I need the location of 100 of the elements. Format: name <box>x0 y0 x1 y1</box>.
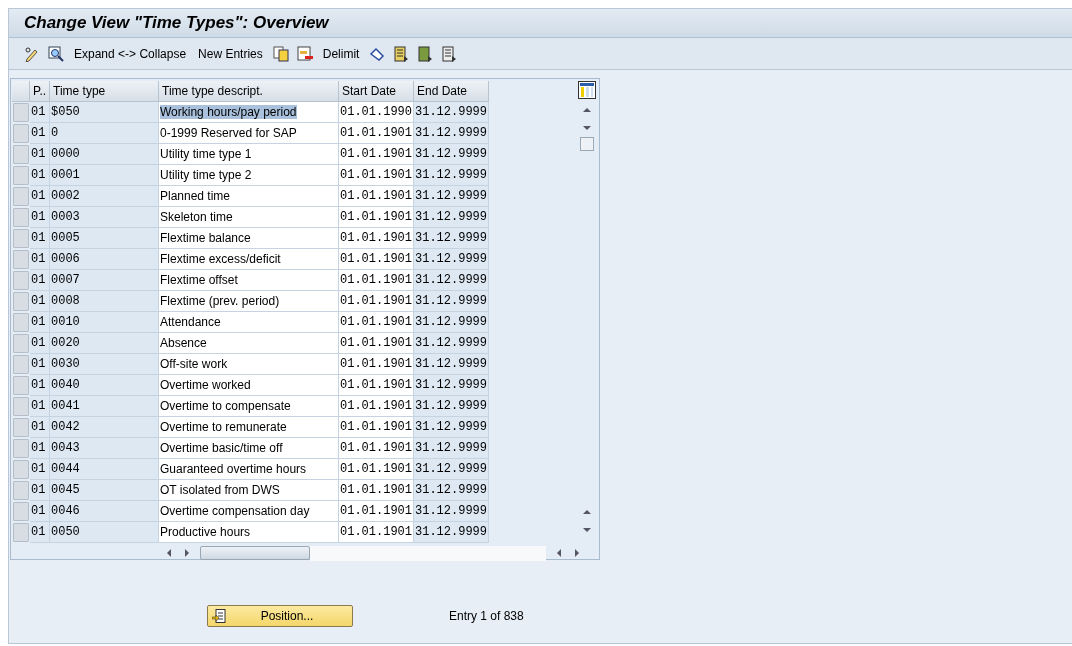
row-selector[interactable] <box>13 208 29 227</box>
table-cell: 01 <box>30 333 50 354</box>
table-cell: 0042 <box>50 417 159 438</box>
row-selector[interactable] <box>13 166 29 185</box>
copy-icon[interactable] <box>272 45 289 62</box>
table-cell: 01 <box>30 501 50 522</box>
column-settings-icon[interactable] <box>578 81 596 99</box>
table-cell: 01.01.1901 <box>339 165 414 186</box>
table-cell: 0002 <box>50 186 159 207</box>
table-cell: 0030 <box>50 354 159 375</box>
table-cell: 0010 <box>50 312 159 333</box>
table-cell: 0006 <box>50 249 159 270</box>
row-selector[interactable] <box>13 334 29 353</box>
table-cell: 31.12.9999 <box>414 522 489 543</box>
column-header[interactable]: P.. <box>30 81 50 102</box>
row-selector[interactable] <box>13 229 29 248</box>
table-cell: 01.01.1901 <box>339 333 414 354</box>
table-cell: 31.12.9999 <box>414 102 489 123</box>
table-cell: 0050 <box>50 522 159 543</box>
table-cell: 31.12.9999 <box>414 417 489 438</box>
select-all-button[interactable] <box>12 81 30 102</box>
row-selector[interactable] <box>13 397 29 416</box>
scrollbar-thumb[interactable] <box>580 137 594 151</box>
table-cell: 31.12.9999 <box>414 333 489 354</box>
row-selector[interactable] <box>13 292 29 311</box>
table-cell: 01.01.1901 <box>339 207 414 228</box>
table-cell: 01.01.1901 <box>339 375 414 396</box>
table-cell: 01.01.1901 <box>339 417 414 438</box>
table-cell: 01.01.1901 <box>339 501 414 522</box>
row-selector[interactable] <box>13 418 29 437</box>
table-cell: 31.12.9999 <box>414 312 489 333</box>
select-block-icon[interactable] <box>417 45 434 62</box>
table-cell: 01.01.1901 <box>339 270 414 291</box>
row-selector[interactable] <box>13 250 29 269</box>
table-cell: $050 <box>50 102 159 123</box>
table-cell: 01.01.1901 <box>339 438 414 459</box>
table-cell: 0005 <box>50 228 159 249</box>
table-cell: 0000 <box>50 144 159 165</box>
table-cell: 01.01.1901 <box>339 354 414 375</box>
table-cell: 0045 <box>50 480 159 501</box>
row-selector[interactable] <box>13 481 29 500</box>
row-selector[interactable] <box>13 460 29 479</box>
table-cell: 01.01.1901 <box>339 228 414 249</box>
table-cell: 0044 <box>50 459 159 480</box>
table-cell: 01 <box>30 438 50 459</box>
table-cell: 01.01.1901 <box>339 459 414 480</box>
table-cell: 31.12.9999 <box>414 186 489 207</box>
row-selector[interactable] <box>13 502 29 521</box>
table-cell: 31.12.9999 <box>414 249 489 270</box>
column-header[interactable]: Time type descript. <box>159 81 339 102</box>
display-change-icon[interactable] <box>24 45 40 62</box>
row-selector[interactable] <box>13 523 29 542</box>
table-cell: 31.12.9999 <box>414 354 489 375</box>
row-selector[interactable] <box>13 103 29 122</box>
table-cell: 31.12.9999 <box>414 375 489 396</box>
column-header[interactable]: End Date <box>414 81 489 102</box>
scrollbar-thumb[interactable] <box>200 546 310 560</box>
row-selector[interactable] <box>13 145 29 164</box>
toolbar-button[interactable]: New Entries <box>193 42 268 65</box>
position-button[interactable]: Position... <box>207 605 353 627</box>
table-cell: 01 <box>30 312 50 333</box>
row-selector[interactable] <box>13 439 29 458</box>
row-selector[interactable] <box>13 187 29 206</box>
table-cell: 0001 <box>50 165 159 186</box>
table-cell: 31.12.9999 <box>414 123 489 144</box>
table-cell[interactable]: Absence <box>160 336 207 350</box>
row-selector[interactable] <box>13 271 29 290</box>
deselect-all-icon[interactable] <box>441 45 458 62</box>
table-cell: 0007 <box>50 270 159 291</box>
table-cell: 01 <box>30 165 50 186</box>
toolbar-button[interactable]: Delimit <box>317 42 365 65</box>
column-header[interactable]: Time type <box>50 81 159 102</box>
table-cell: 01.01.1901 <box>339 144 414 165</box>
table-cell[interactable]: Working hours/pay period <box>160 105 297 119</box>
row-selector[interactable] <box>13 313 29 332</box>
row-selector[interactable] <box>13 355 29 374</box>
table-cell: 31.12.9999 <box>414 480 489 501</box>
table-cell: 01 <box>30 249 50 270</box>
table-cell: 0040 <box>50 375 159 396</box>
table-cell: 01 <box>30 480 50 501</box>
table-cell: 31.12.9999 <box>414 291 489 312</box>
table-cell: 01.01.1901 <box>339 123 414 144</box>
table-cell: 01.01.1901 <box>339 480 414 501</box>
table-cell: 01 <box>30 102 50 123</box>
table-cell: 0046 <box>50 501 159 522</box>
delete-row-icon[interactable] <box>296 45 313 62</box>
table-cell: 01.01.1990 <box>339 102 414 123</box>
toolbar-button[interactable]: Expand <-> Collapse <box>69 42 192 65</box>
table-cell: 31.12.9999 <box>414 207 489 228</box>
window-title: Change View "Time Types": Overview <box>24 12 329 34</box>
table-cell: 31.12.9999 <box>414 228 489 249</box>
table-cell: 01 <box>30 228 50 249</box>
position-icon <box>212 609 226 623</box>
row-selector[interactable] <box>13 376 29 395</box>
row-selector[interactable] <box>13 124 29 143</box>
table-cell: 01 <box>30 291 50 312</box>
search-icon[interactable] <box>48 45 64 62</box>
table-cell: 31.12.9999 <box>414 144 489 165</box>
select-all-icon[interactable] <box>393 45 410 62</box>
column-header[interactable]: Start Date <box>339 81 414 102</box>
